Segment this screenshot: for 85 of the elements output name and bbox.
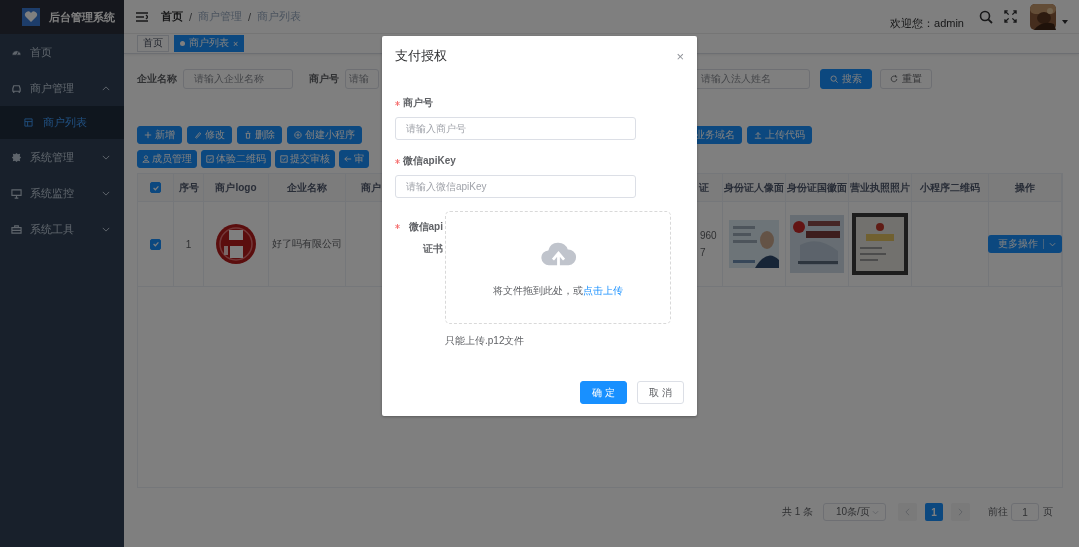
- close-button[interactable]: ×: [676, 48, 684, 64]
- page-button[interactable]: 1: [925, 503, 943, 521]
- chevron-icon: [102, 190, 110, 196]
- checkbox[interactable]: [150, 238, 161, 250]
- refresh-icon: [890, 74, 898, 83]
- upload-link[interactable]: 点击上传: [583, 285, 623, 296]
- toolbar-button[interactable]: 上传代码: [747, 126, 812, 144]
- toolbox-icon: [11, 223, 22, 235]
- submenu-item[interactable]: 商户列表: [0, 106, 124, 139]
- fullscreen-icon[interactable]: [1004, 10, 1017, 23]
- monitor-icon: [11, 187, 22, 199]
- page-tab[interactable]: 首页: [137, 35, 169, 52]
- table-cell: 好了吗有限公司: [272, 237, 342, 251]
- goto-label: 前往: [988, 505, 1008, 519]
- table-cell-text: 960 7: [700, 229, 717, 260]
- column-header: 操作: [1015, 180, 1035, 195]
- checkmark-icon: [151, 183, 160, 192]
- checkmark-icon: [151, 240, 160, 248]
- table-icon: [24, 118, 33, 127]
- column-header: 商户: [360, 180, 381, 195]
- field-label: 商户号: [309, 71, 339, 86]
- upload-instruction: 将文件拖到此处，或点击上传: [493, 285, 623, 298]
- caret-icon: [1049, 241, 1056, 247]
- toolbar-button[interactable]: 修改: [187, 126, 232, 144]
- field-label: 微信apiKey: [403, 154, 456, 168]
- field-label: 企业名称: [137, 71, 177, 86]
- page-tab[interactable]: 商户列表 ×: [174, 35, 245, 52]
- cloud-upload-icon: [539, 241, 577, 269]
- column-header: 企业名称: [287, 180, 327, 195]
- upload-hint: 只能上传.p12文件: [445, 334, 526, 348]
- breadcrumb-item[interactable]: 首页: [161, 9, 183, 24]
- input-field[interactable]: 请输入商户号: [395, 117, 636, 140]
- chevron-icon: [102, 154, 110, 160]
- toolbar-button[interactable]: 审: [339, 150, 369, 168]
- search-icon[interactable]: [979, 9, 993, 24]
- trash-icon: [244, 131, 252, 139]
- welcome-text: 欢迎您：admin: [890, 15, 964, 31]
- toolbar-button[interactable]: 体验二维码: [201, 150, 271, 168]
- dialog-title: 支付授权: [395, 47, 447, 65]
- column-header: 身份证人像面: [724, 180, 784, 195]
- page-input[interactable]: 1: [1011, 503, 1039, 521]
- user-icon: [142, 155, 150, 163]
- upload-icon: [754, 131, 762, 139]
- column-header: 证: [699, 180, 709, 195]
- toolbar-button[interactable]: 提交审核: [275, 150, 335, 168]
- field-label: 微信api证书: [407, 220, 443, 256]
- cancel-button[interactable]: 取 消: [637, 381, 684, 404]
- chevron-icon: [102, 226, 110, 232]
- column-header: 身份证国徽面: [787, 180, 847, 195]
- pencil-icon: [194, 131, 202, 139]
- search-button[interactable]: 搜索: [820, 68, 872, 89]
- chevron-icon: [102, 85, 110, 91]
- column-header: 小程序二维码: [920, 180, 980, 195]
- toolbar-button[interactable]: 删除: [237, 126, 282, 144]
- page-suffix: 页: [1043, 505, 1053, 519]
- dropdown-button[interactable]: 更多操作: [988, 235, 1062, 253]
- car-icon: [11, 82, 22, 94]
- caret-icon[interactable]: [1062, 19, 1068, 24]
- total-count: 共 1 条: [781, 505, 813, 519]
- table-cell: 1: [185, 238, 192, 250]
- upload-dropzone[interactable]: 将文件拖到此处，或点击上传: [445, 211, 671, 324]
- checkbox-icon: [280, 155, 288, 163]
- breadcrumb-separator: /: [189, 10, 193, 23]
- column-header: 序号: [178, 180, 199, 195]
- gear-icon: [11, 151, 22, 163]
- toolbar-button[interactable]: 新增: [137, 126, 182, 144]
- input-field[interactable]: 请输入微信apiKey: [395, 175, 636, 198]
- menu-item[interactable]: 首页: [0, 34, 124, 70]
- checkbox[interactable]: [150, 182, 161, 193]
- heart-logo-icon: [22, 8, 40, 26]
- plus-icon: [144, 131, 152, 139]
- confirm-button[interactable]: 确 定: [580, 381, 627, 404]
- toolbar-button[interactable]: 创建小程序: [287, 126, 362, 144]
- breadcrumb-separator: /: [248, 10, 252, 23]
- column-header: 商户logo: [215, 180, 257, 195]
- reset-button[interactable]: 重置: [880, 68, 932, 89]
- page-size-select[interactable]: 10条/页: [823, 503, 886, 521]
- column-header: 营业执照照片: [850, 180, 910, 195]
- arrow-left-icon: [344, 155, 352, 163]
- menu-icon[interactable]: [136, 11, 148, 22]
- search-icon: [830, 74, 838, 83]
- toolbar-button[interactable]: 成员管理: [137, 150, 197, 168]
- app-title: 后台管理系统: [49, 9, 115, 25]
- field-label: 商户号: [403, 96, 433, 110]
- checkbox-icon: [206, 155, 214, 163]
